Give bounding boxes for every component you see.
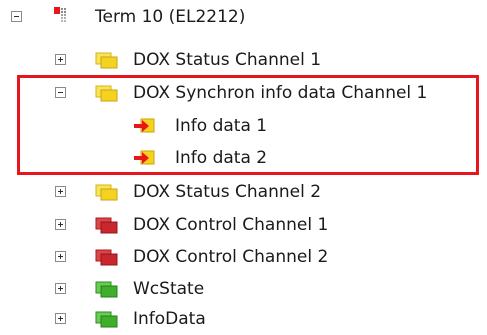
- expand-toggle[interactable]: [55, 186, 66, 197]
- folder-yellow-icon: [95, 52, 118, 69]
- tree-node-label: DOX Status Channel 2: [133, 182, 322, 202]
- folder-red-icon: [95, 249, 118, 266]
- tree-node-wcstate[interactable]: WcState: [0, 273, 487, 305]
- expand-toggle[interactable]: [55, 219, 66, 230]
- folder-green-icon: [95, 311, 118, 328]
- expand-toggle[interactable]: [55, 54, 66, 65]
- tree-node-label: DOX Status Channel 1: [133, 50, 322, 70]
- tree-node-label: DOX Control Channel 1: [133, 215, 329, 235]
- tree-node-label: InfoData: [133, 309, 206, 329]
- folder-yellow-icon: [95, 184, 118, 201]
- expand-toggle[interactable]: [55, 251, 66, 262]
- tree-node-term-10[interactable]: Term 10 (EL2212): [0, 1, 487, 33]
- tree-node-label: WcState: [133, 279, 205, 299]
- expand-toggle[interactable]: [55, 283, 66, 294]
- expand-toggle[interactable]: [55, 313, 66, 324]
- folder-green-icon: [95, 281, 118, 298]
- tree-node-dox-status-channel-1[interactable]: DOX Status Channel 1: [0, 44, 487, 76]
- folder-red-icon: [95, 217, 118, 234]
- highlight-box: [17, 75, 479, 175]
- tree-node-dox-status-channel-2[interactable]: DOX Status Channel 2: [0, 176, 487, 208]
- tree-node-dox-control-channel-1[interactable]: DOX Control Channel 1: [0, 209, 487, 241]
- tree-node-label: DOX Control Channel 2: [133, 247, 329, 267]
- collapse-toggle[interactable]: [11, 11, 22, 22]
- tree-node-dox-control-channel-2[interactable]: DOX Control Channel 2: [0, 241, 487, 273]
- tree-node-label: Term 10 (EL2212): [95, 7, 246, 27]
- tree-node-infodata[interactable]: InfoData: [0, 303, 487, 335]
- terminal-icon: [54, 7, 66, 22]
